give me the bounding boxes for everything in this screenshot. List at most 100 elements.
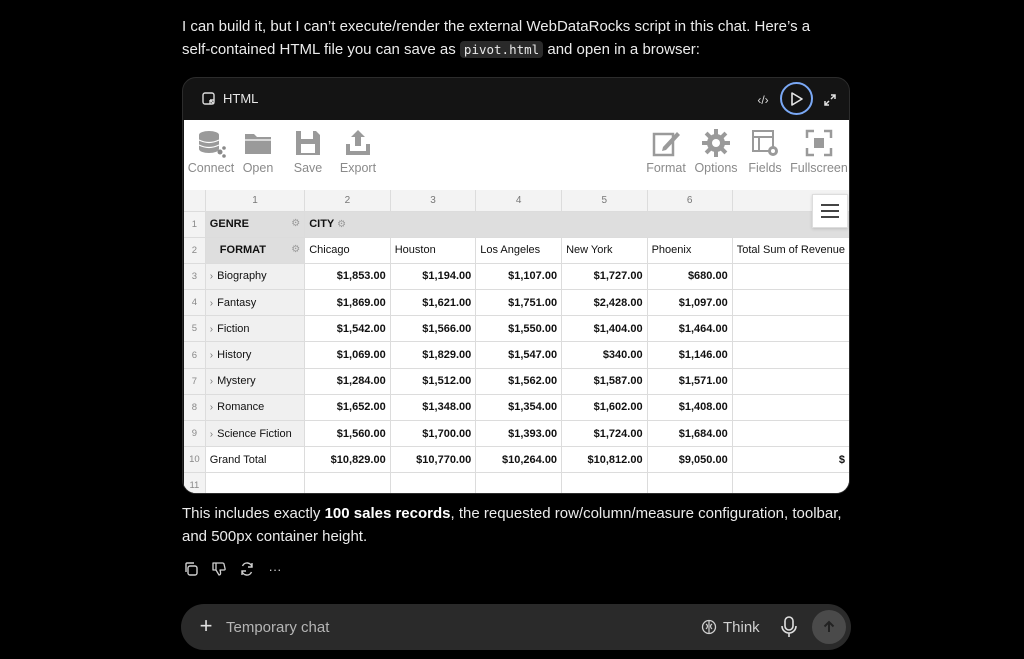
plus-icon[interactable]: + — [195, 615, 217, 637]
value-cell: $1,869.00 — [304, 289, 391, 317]
fullscreen-label: Fullscreen — [790, 161, 848, 175]
value-cell: $1,652.00 — [304, 394, 391, 422]
city-field-header[interactable]: CITY ⚙ — [304, 211, 849, 238]
value-cell: $1,542.00 — [304, 315, 391, 343]
genre-field-header[interactable]: GENRE ⚙ — [205, 211, 306, 238]
chevron-right-icon[interactable]: › — [210, 324, 213, 335]
code-file-icon — [202, 92, 215, 105]
value-cell: $1,727.00 — [561, 263, 648, 291]
empty-cell — [475, 472, 563, 493]
genre-label: Romance — [217, 401, 265, 414]
table-row: 8 › Romance $1,652.00 $1,348.00 $1,354.00… — [184, 394, 849, 422]
chevron-right-icon[interactable]: › — [210, 376, 213, 387]
format-field-header[interactable]: FORMAT ⚙ — [205, 237, 306, 264]
value-cell: $1,853.00 — [304, 263, 391, 291]
chevron-right-icon[interactable]: › — [210, 298, 213, 309]
think-toggle[interactable]: Think — [701, 616, 760, 638]
fullscreen-button[interactable]: Fullscreen — [790, 128, 848, 186]
column-number: 1 — [205, 190, 306, 212]
pivot-grid: 1 2 3 4 5 6 1 GENRE ⚙ CITY ⚙ 2 FORMAT ⚙ Ch… — [184, 190, 849, 493]
export-label: Export — [339, 161, 377, 175]
grand-total-cell: $ — [732, 446, 849, 474]
value-cell: $1,751.00 — [475, 289, 563, 317]
empty-cell — [304, 472, 391, 493]
message-input[interactable] — [226, 616, 626, 638]
table-row: 4 › Fantasy $1,869.00 $1,621.00 $1,751.00… — [184, 289, 849, 317]
expand-icon[interactable] — [818, 88, 842, 112]
genre-row-header[interactable]: › History — [205, 341, 306, 369]
value-cell: $1,562.00 — [475, 368, 563, 395]
chevron-right-icon[interactable]: › — [210, 350, 213, 361]
chevron-right-icon[interactable]: › — [210, 271, 213, 282]
regenerate-icon[interactable] — [238, 560, 256, 578]
options-button[interactable]: Options — [693, 128, 739, 186]
outro-bold-text: 100 sales records — [324, 505, 451, 522]
city-header[interactable]: Los Angeles — [475, 237, 563, 264]
genre-label: Biography — [217, 270, 267, 283]
save-button[interactable]: Save — [290, 128, 326, 186]
value-cell: $1,404.00 — [561, 315, 648, 343]
grand-total-cell: $10,264.00 — [475, 446, 563, 474]
value-cell: $1,069.00 — [304, 341, 391, 369]
fields-icon — [752, 130, 778, 156]
send-button[interactable] — [812, 610, 846, 644]
edit-format-icon — [652, 132, 680, 157]
code-card-header: HTML ‹/› — [183, 78, 849, 120]
value-cell: $1,602.00 — [561, 394, 648, 422]
row-number: 4 — [184, 289, 206, 317]
city-header[interactable]: Chicago — [304, 237, 391, 264]
genre-row-header[interactable]: › Mystery — [205, 368, 306, 395]
row-number: 9 — [184, 420, 206, 448]
row-number: 6 — [184, 341, 206, 369]
connect-button[interactable]: Connect — [186, 128, 236, 186]
fields-label: Fields — [748, 161, 782, 175]
format-button[interactable]: Format — [646, 128, 686, 186]
fields-button[interactable]: Fields — [746, 128, 784, 186]
connect-label: Connect — [187, 161, 235, 175]
more-options-icon[interactable]: ··· — [266, 560, 284, 578]
open-label: Open — [242, 161, 274, 175]
genre-row-header[interactable]: › Science Fiction — [205, 420, 306, 448]
table-row: 9 › Science Fiction $1,560.00 $1,700.00 $… — [184, 420, 849, 448]
total-cell — [732, 420, 849, 448]
total-cell — [732, 368, 849, 395]
genre-row-header[interactable]: › Fiction — [205, 315, 306, 343]
value-cell: $1,700.00 — [390, 420, 477, 448]
empty-cell — [647, 472, 733, 493]
value-cell: $680.00 — [647, 263, 733, 291]
total-cell — [732, 289, 849, 317]
arrow-up-icon — [823, 620, 835, 632]
fullscreen-icon — [805, 129, 833, 157]
thumbs-down-icon[interactable] — [210, 560, 228, 578]
format-label: Format — [646, 161, 686, 175]
genre-row-header[interactable]: › Romance — [205, 394, 306, 422]
genre-row-header[interactable]: › Biography — [205, 263, 306, 291]
chevron-right-icon[interactable]: › — [210, 402, 213, 413]
outro-paragraph: This includes exactly 100 sales records,… — [182, 503, 842, 548]
play-preview-button[interactable] — [780, 82, 813, 115]
genre-row-header[interactable]: › Fantasy — [205, 289, 306, 317]
options-label: Options — [694, 161, 738, 175]
copy-icon[interactable] — [182, 560, 200, 578]
microphone-icon[interactable] — [779, 615, 801, 639]
gear-icon[interactable]: ⚙ — [337, 219, 346, 230]
pivot-table: 1 2 3 4 5 6 1 GENRE ⚙ CITY ⚙ 2 FORMAT ⚙ Ch… — [184, 190, 849, 493]
export-button[interactable]: Export — [338, 128, 378, 186]
chevron-right-icon[interactable]: › — [210, 429, 213, 440]
genre-label: Mystery — [217, 375, 256, 388]
empty-cell — [561, 472, 648, 493]
grand-total-cell: $10,829.00 — [304, 446, 391, 474]
export-icon — [346, 130, 370, 155]
gear-icon[interactable]: ⚙ — [291, 218, 300, 229]
city-header[interactable]: New York — [561, 237, 648, 264]
view-code-icon[interactable]: ‹/› — [751, 88, 775, 112]
hamburger-menu-icon[interactable] — [812, 194, 848, 228]
column-number-row: 1 2 3 4 5 6 — [184, 190, 849, 212]
floppy-disk-icon — [296, 131, 320, 155]
city-header[interactable]: Phoenix — [647, 237, 733, 264]
row-number: 7 — [184, 368, 206, 395]
gear-icon[interactable]: ⚙ — [291, 244, 300, 255]
city-header[interactable]: Houston — [390, 237, 477, 264]
open-button[interactable]: Open — [240, 128, 276, 186]
format-field-label: FORMAT — [219, 244, 267, 257]
